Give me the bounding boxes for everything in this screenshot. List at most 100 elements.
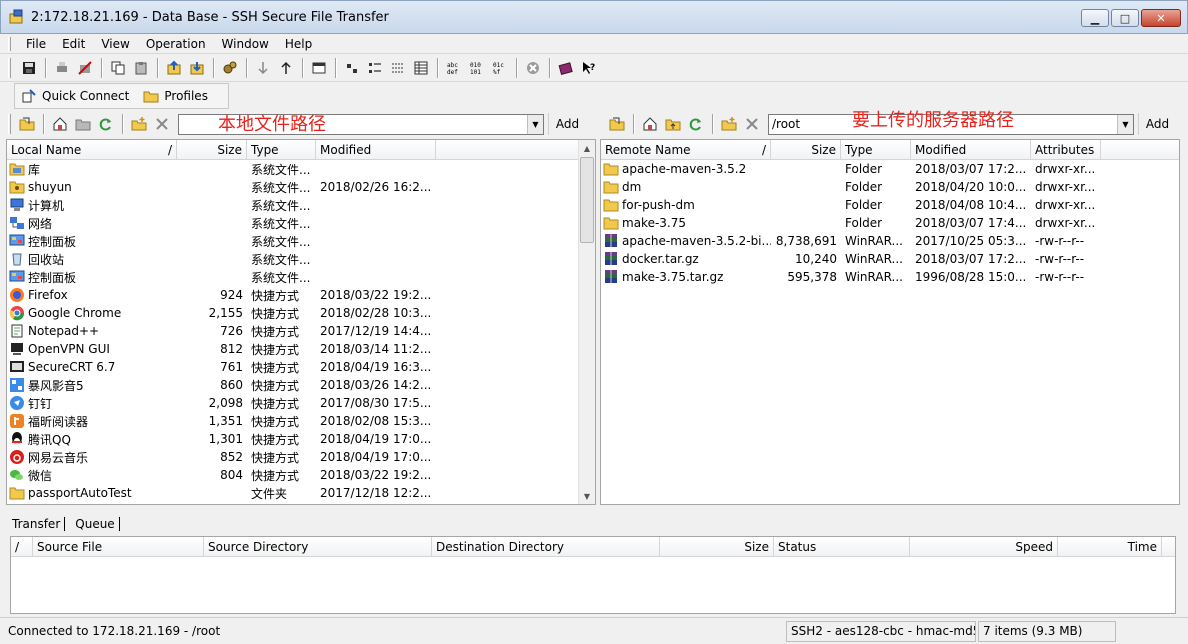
local-modified-column[interactable]: Modified — [316, 140, 436, 159]
toolbar-grip[interactable] — [8, 58, 11, 78]
remote-file-row[interactable]: make-3.75.tar.gz 595,378 WinRAR... 1996/08/… — [601, 268, 1179, 286]
context-help-button[interactable]: ? — [578, 57, 600, 79]
details-view-button[interactable] — [410, 57, 432, 79]
remote-file-row[interactable]: make-3.75 Folder 2018/03/07 17:4... drwxr-x… — [601, 214, 1179, 232]
local-file-row[interactable]: 网易云音乐 852 快捷方式 2018/04/19 17:0... — [7, 448, 595, 466]
menu-operation[interactable]: Operation — [138, 37, 214, 51]
local-home-button[interactable] — [49, 113, 71, 135]
local-toolbar-grip[interactable] — [8, 114, 11, 134]
transfer-time-column[interactable]: Time — [1058, 537, 1162, 556]
remote-file-row[interactable]: for-push-dm Folder 2018/04/08 10:4... drwxr… — [601, 196, 1179, 214]
local-file-row[interactable]: 福昕阅读器 1,351 快捷方式 2018/02/08 15:3... — [7, 412, 595, 430]
local-file-row[interactable]: 计算机 系统文件... — [7, 196, 595, 214]
local-add-button[interactable]: Add — [548, 113, 586, 135]
remote-home-button[interactable] — [639, 113, 661, 135]
local-type-column[interactable]: Type — [247, 140, 316, 159]
print-button[interactable] — [51, 57, 73, 79]
local-up-folder-button[interactable] — [16, 113, 38, 135]
auto-mode-button[interactable]: 01c %f — [489, 57, 511, 79]
remote-bookmark-button[interactable] — [662, 113, 684, 135]
transfer-status-column[interactable]: Status — [774, 537, 910, 556]
settings-button[interactable] — [219, 57, 241, 79]
profiles-button[interactable]: Profiles — [143, 88, 208, 104]
remote-type-column[interactable]: Type — [841, 140, 911, 159]
destination-directory-column[interactable]: Destination Directory — [432, 537, 660, 556]
remote-name-column[interactable]: Remote Name / — [601, 140, 771, 159]
chevron-down-icon[interactable]: ▼ — [1117, 114, 1133, 134]
menu-view[interactable]: View — [93, 37, 137, 51]
chevron-down-icon[interactable]: ▼ — [527, 114, 543, 134]
remote-up-folder-button[interactable] — [606, 113, 628, 135]
local-file-row[interactable]: 微信 804 快捷方式 2018/03/22 19:2... — [7, 466, 595, 484]
menu-file[interactable]: File — [18, 37, 54, 51]
local-size-column[interactable]: Size — [177, 140, 247, 159]
source-directory-column[interactable]: Source Directory — [204, 537, 432, 556]
local-file-row[interactable]: 控制面板 系统文件... — [7, 232, 595, 250]
move-up-button[interactable] — [275, 57, 297, 79]
local-name-column[interactable]: Local Name / — [7, 140, 177, 159]
scroll-up-icon[interactable]: ▲ — [579, 140, 595, 156]
local-scrollbar[interactable]: ▲ ▼ — [578, 140, 595, 504]
remote-file-row[interactable]: apache-maven-3.5.2-bi... 8,738,691 WinRAR.… — [601, 232, 1179, 250]
remote-new-folder-button[interactable] — [718, 113, 740, 135]
local-file-row[interactable]: 钉钉 2,098 快捷方式 2017/08/30 17:5... — [7, 394, 595, 412]
menu-grip[interactable] — [8, 37, 11, 51]
paste-button[interactable] — [130, 57, 152, 79]
help-topics-button[interactable] — [555, 57, 577, 79]
scroll-down-icon[interactable]: ▼ — [579, 488, 595, 504]
tab-queue[interactable]: Queue — [71, 517, 120, 531]
copy-button[interactable] — [107, 57, 129, 79]
local-file-row[interactable]: OpenVPN GUI 812 快捷方式 2018/03/14 11:2... — [7, 340, 595, 358]
cancel-transfer-button[interactable] — [522, 57, 544, 79]
local-file-row[interactable]: Google Chrome 2,155 快捷方式 2018/02/28 10:3... — [7, 304, 595, 322]
new-window-button[interactable] — [308, 57, 330, 79]
remote-attributes-column[interactable]: Attributes — [1031, 140, 1101, 159]
ascii-mode-button[interactable]: abc def — [443, 57, 465, 79]
local-file-row[interactable]: SecureCRT 6.7 761 快捷方式 2018/04/19 16:3... — [7, 358, 595, 376]
menu-help[interactable]: Help — [277, 37, 320, 51]
remote-file-row[interactable]: docker.tar.gz 10,240 WinRAR... 2018/03/07 1… — [601, 250, 1179, 268]
remote-modified-column[interactable]: Modified — [911, 140, 1031, 159]
local-file-row[interactable]: 腾讯QQ 1,301 快捷方式 2018/04/19 17:0... — [7, 430, 595, 448]
local-file-row[interactable]: shuyun 系统文件... 2018/02/26 16:2... — [7, 178, 595, 196]
maximize-button[interactable]: □ — [1111, 9, 1139, 27]
upload-button[interactable] — [163, 57, 185, 79]
local-new-folder-button[interactable] — [128, 113, 150, 135]
tab-transfer[interactable]: Transfer — [8, 517, 66, 531]
transfer-size-column[interactable]: Size — [660, 537, 774, 556]
local-file-row[interactable]: 库 系统文件... — [7, 160, 595, 178]
remote-file-row[interactable]: dm Folder 2018/04/20 10:0... drwxr-xr... — [601, 178, 1179, 196]
download-button[interactable] — [186, 57, 208, 79]
list-view-button[interactable] — [387, 57, 409, 79]
remote-file-row[interactable]: apache-maven-3.5.2 Folder 2018/03/07 17:2.… — [601, 160, 1179, 178]
local-file-row[interactable]: Notepad++ 726 快捷方式 2017/12/19 14:4... — [7, 322, 595, 340]
quick-connect-button[interactable]: Quick Connect — [21, 88, 129, 104]
local-refresh-button[interactable] — [95, 113, 117, 135]
local-file-row[interactable]: Firefox 924 快捷方式 2018/03/22 19:2... — [7, 286, 595, 304]
remote-add-button[interactable]: Add — [1138, 113, 1176, 135]
local-file-row[interactable]: 暴风影音5 860 快捷方式 2018/03/26 14:2... — [7, 376, 595, 394]
scroll-thumb[interactable] — [580, 157, 594, 243]
local-file-row[interactable]: 回收站 系统文件... — [7, 250, 595, 268]
binary-mode-button[interactable]: 010 101 — [466, 57, 488, 79]
save-button[interactable] — [18, 57, 40, 79]
resize-grip[interactable] — [1118, 620, 1180, 642]
local-file-row[interactable]: 控制面板 系统文件... — [7, 268, 595, 286]
small-icons-button[interactable] — [364, 57, 386, 79]
close-button[interactable]: ✕ — [1141, 9, 1181, 27]
transfer-speed-column[interactable]: Speed — [910, 537, 1058, 556]
local-file-row[interactable]: 网络 系统文件... — [7, 214, 595, 232]
local-bookmark-button[interactable] — [72, 113, 94, 135]
minimize-button[interactable]: ▁ — [1081, 9, 1109, 27]
large-icons-button[interactable] — [341, 57, 363, 79]
local-delete-button[interactable] — [151, 113, 173, 135]
menu-edit[interactable]: Edit — [54, 37, 93, 51]
remote-refresh-button[interactable] — [685, 113, 707, 135]
disconnect-button[interactable] — [74, 57, 96, 79]
local-file-row[interactable]: passportAutoTest 文件夹 2017/12/18 12:2... — [7, 484, 595, 502]
transfer-sort-column[interactable]: / — [11, 537, 33, 556]
remote-delete-button[interactable] — [741, 113, 763, 135]
move-down-button[interactable] — [252, 57, 274, 79]
remote-size-column[interactable]: Size — [771, 140, 841, 159]
menu-window[interactable]: Window — [214, 37, 277, 51]
